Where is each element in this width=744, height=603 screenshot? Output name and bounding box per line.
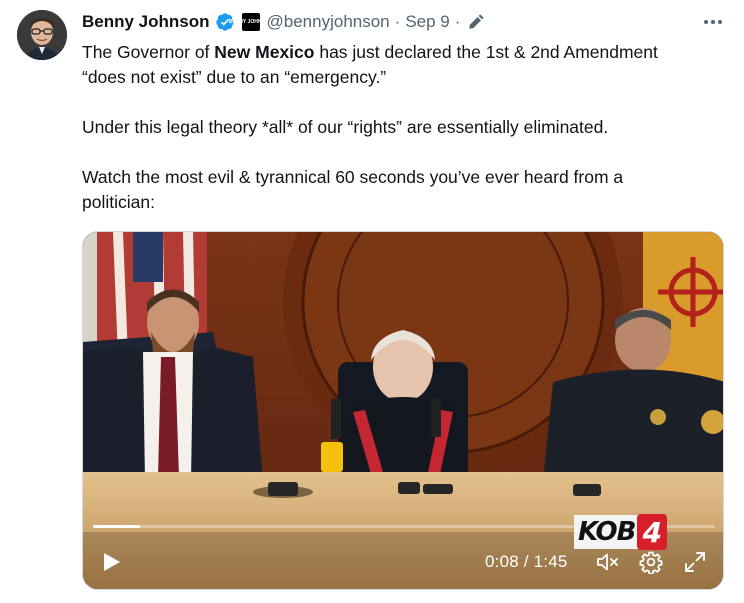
play-icon[interactable] xyxy=(99,550,123,574)
edited-pencil-icon[interactable] xyxy=(467,13,485,31)
kob4-watermark: KOB 4 xyxy=(574,511,674,553)
gear-icon[interactable] xyxy=(639,550,663,574)
tweet-date[interactable]: Sep 9 xyxy=(405,12,449,32)
affiliate-badge-icon[interactable]: BENNY JOHNSON xyxy=(229,13,272,31)
author-name[interactable]: Benny Johnson xyxy=(82,12,210,32)
more-dot-icon xyxy=(711,20,715,24)
tweet-bold-location: New Mexico xyxy=(214,42,315,62)
tweet-header: Benny Johnson BENNY JOHNSON @bennyjohnso… xyxy=(82,10,485,34)
more-dot-icon xyxy=(718,20,722,24)
tweet-paragraph-3-line-1: Watch the most evil & tyrannical 60 seco… xyxy=(82,167,624,187)
tweet-paragraph-3-line-2: politician: xyxy=(82,192,155,212)
expand-icon[interactable] xyxy=(683,550,707,574)
author-avatar[interactable] xyxy=(17,10,67,60)
tweet-card[interactable]: Benny Johnson BENNY JOHNSON @bennyjohnso… xyxy=(0,0,744,603)
video-progress-fill xyxy=(93,525,141,528)
separator-dot: · xyxy=(394,12,401,31)
kob-watermark-number: 4 xyxy=(637,514,668,550)
more-dot-icon xyxy=(704,20,708,24)
tweet-line1-suffix: has just declared the 1st & 2nd Amendmen… xyxy=(314,42,658,62)
avatar-image xyxy=(17,10,67,60)
author-handle[interactable]: @bennyjohnson xyxy=(267,12,390,32)
tweet-line1-prefix: The Governor of xyxy=(82,42,215,62)
muted-speaker-icon[interactable] xyxy=(595,550,621,574)
separator-dot-2: · xyxy=(454,12,461,31)
kob-watermark-text: KOB xyxy=(574,515,640,549)
video-time-display: 0:08 / 1:45 xyxy=(485,552,568,571)
more-options-button[interactable] xyxy=(700,10,726,34)
video-player[interactable]: KOB 4 0:08 / 1:45 xyxy=(82,231,724,590)
tweet-line-1: The Governor of New Mexico has just decl… xyxy=(82,40,722,65)
tweet-paragraph-2: Under this legal theory *all* of our “ri… xyxy=(82,117,609,137)
tweet-line-2: “does not exist” due to an “emergency.” xyxy=(82,67,387,87)
tweet-text: The Governor of New Mexico has just decl… xyxy=(82,40,722,215)
